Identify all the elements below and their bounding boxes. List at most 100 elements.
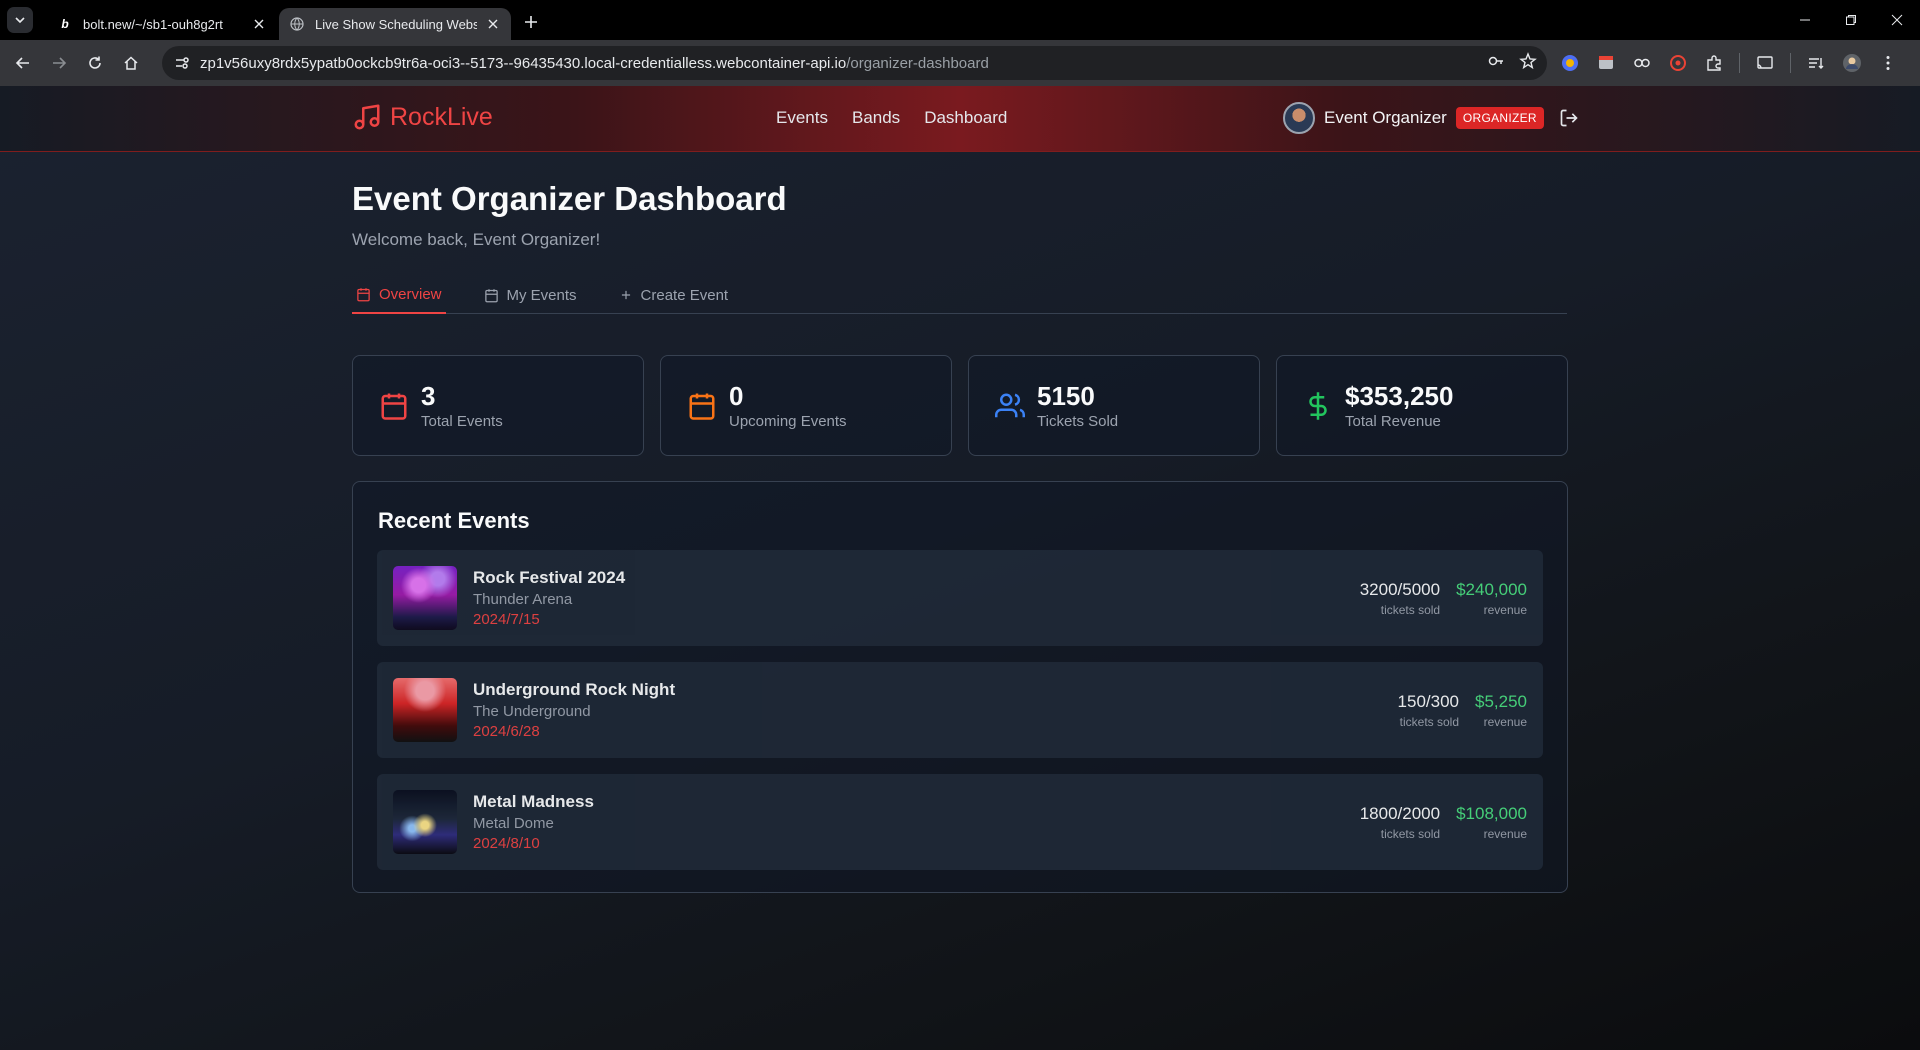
url-host: zp1v56uxy8rdx5ypatb0ockcb9tr6a-oci3--517… xyxy=(200,54,847,72)
stats-row: 3 Total Events 0 Upcoming Events 5150 Ti… xyxy=(352,355,1568,456)
stat-value: $353,250 xyxy=(1345,381,1454,411)
close-window-button[interactable] xyxy=(1874,0,1920,40)
more-menu-icon[interactable] xyxy=(1877,52,1899,74)
key-icon[interactable] xyxy=(1487,52,1505,74)
stat-card-tickets-sold: 5150 Tickets Sold xyxy=(968,355,1260,456)
browser-tabstrip: b bolt.new/~/sb1-ouh8g2rt Live Show Sche… xyxy=(0,0,1920,40)
home-button[interactable] xyxy=(114,46,148,80)
chevron-down-icon xyxy=(15,17,25,24)
page-subtitle: Welcome back, Event Organizer! xyxy=(352,230,601,249)
browser-tab-title: bolt.new/~/sb1-ouh8g2rt xyxy=(83,16,223,32)
stat-label: Total Revenue xyxy=(1345,413,1441,430)
brand-name: RockLive xyxy=(390,102,493,131)
tab-create-event[interactable]: Create Event xyxy=(615,276,733,314)
page-title: Event Organizer Dashboard xyxy=(352,180,787,217)
event-thumbnail xyxy=(393,790,457,854)
event-venue: Metal Dome xyxy=(473,815,554,832)
calendar-icon xyxy=(357,287,370,301)
tickets-value: 150/300 xyxy=(1397,691,1459,711)
revenue-metric: $5,250 revenue xyxy=(1475,692,1527,729)
arrow-left-icon xyxy=(15,57,29,69)
tickets-metric: 150/300 tickets sold xyxy=(1398,692,1459,729)
tab-my-events[interactable]: My Events xyxy=(480,276,581,314)
stat-card-total-events: 3 Total Events xyxy=(352,355,644,456)
avatar[interactable] xyxy=(1283,102,1315,134)
stat-value: 5150 xyxy=(1037,381,1095,411)
main-nav: Events Bands Dashboard xyxy=(776,108,1007,128)
globe-icon xyxy=(289,16,305,32)
nav-link-dashboard[interactable]: Dashboard xyxy=(924,108,1007,128)
new-tab-button[interactable] xyxy=(517,8,545,36)
restore-button[interactable] xyxy=(1828,0,1874,40)
plus-icon xyxy=(525,16,537,28)
page-viewport: RockLive Events Bands Dashboard Event Or… xyxy=(0,86,1920,1050)
logout-button[interactable] xyxy=(1558,107,1580,129)
dashboard-tabs: Overview My Events Create Event xyxy=(352,276,1567,314)
extension-icon[interactable] xyxy=(1631,52,1653,74)
tab-label: Overview xyxy=(379,285,442,303)
event-date: 2024/7/15 xyxy=(473,611,540,628)
reading-list-icon[interactable] xyxy=(1805,52,1827,74)
stat-value: 0 xyxy=(729,381,744,411)
browser-tab-live-show[interactable]: Live Show Scheduling Website xyxy=(279,8,511,40)
site-header: RockLive Events Bands Dashboard Event Or… xyxy=(0,86,1920,152)
reload-button[interactable] xyxy=(78,46,112,80)
revenue-label: revenue xyxy=(1483,714,1527,729)
event-venue: The Underground xyxy=(473,703,591,720)
event-name: Underground Rock Night xyxy=(473,680,676,699)
users-icon xyxy=(993,389,1027,423)
revenue-value: $5,250 xyxy=(1475,691,1527,711)
nav-link-bands[interactable]: Bands xyxy=(852,108,900,128)
extension-icon[interactable] xyxy=(1595,52,1617,74)
tickets-metric: 1800/2000 tickets sold xyxy=(1360,804,1440,841)
event-list: Rock Festival 2024 Thunder Arena 2024/7/… xyxy=(377,550,1543,886)
section-title: Recent Events xyxy=(378,508,530,533)
dollar-icon xyxy=(1301,389,1335,423)
site-info-icon[interactable] xyxy=(170,51,194,75)
list-item[interactable]: Metal Madness Metal Dome 2024/8/10 1800/… xyxy=(377,774,1543,870)
bolt-favicon-icon: b xyxy=(61,17,69,31)
browser-toolbar: zp1v56uxy8rdx5ypatb0ockcb9tr6a-oci3--517… xyxy=(0,40,1920,86)
event-name: Metal Madness xyxy=(473,792,594,811)
home-icon xyxy=(124,56,138,70)
calendar-icon xyxy=(377,389,411,423)
browser-tab-bolt[interactable]: b bolt.new/~/sb1-ouh8g2rt xyxy=(47,8,277,40)
brand-logo[interactable]: RockLive xyxy=(352,102,493,132)
tab-overview[interactable]: Overview xyxy=(352,276,446,314)
revenue-label: revenue xyxy=(1483,826,1527,841)
list-item[interactable]: Rock Festival 2024 Thunder Arena 2024/7/… xyxy=(377,550,1543,646)
forward-button[interactable] xyxy=(42,46,76,80)
close-icon[interactable] xyxy=(251,16,267,32)
logout-icon xyxy=(1560,109,1578,127)
revenue-metric: $108,000 revenue xyxy=(1456,804,1527,841)
browser-tab-title: Live Show Scheduling Website xyxy=(315,16,477,32)
stat-card-upcoming-events: 0 Upcoming Events xyxy=(660,355,952,456)
event-thumbnail xyxy=(393,678,457,742)
profile-avatar-icon[interactable] xyxy=(1841,52,1863,74)
tab-label: Create Event xyxy=(640,286,729,304)
extension-icon[interactable] xyxy=(1559,52,1581,74)
nav-link-events[interactable]: Events xyxy=(776,108,828,128)
revenue-metric: $240,000 revenue xyxy=(1456,580,1527,617)
back-button[interactable] xyxy=(6,46,40,80)
user-name: Event Organizer xyxy=(1324,108,1447,127)
recent-events-panel: Recent Events Rock Festival 2024 Thunder… xyxy=(352,481,1568,893)
stat-value: 3 xyxy=(421,381,436,411)
event-date: 2024/8/10 xyxy=(473,835,540,852)
close-icon[interactable] xyxy=(485,16,501,32)
tab-search-button[interactable] xyxy=(7,7,33,33)
event-thumbnail xyxy=(393,566,457,630)
list-item[interactable]: Underground Rock Night The Underground 2… xyxy=(377,662,1543,758)
calendar-icon xyxy=(484,288,498,302)
tickets-metric: 3200/5000 tickets sold xyxy=(1360,580,1440,617)
user-menu: Event Organizer ORGANIZER xyxy=(1283,102,1580,134)
cast-icon[interactable] xyxy=(1754,52,1776,74)
extensions-puzzle-icon[interactable] xyxy=(1703,52,1725,74)
bookmark-star-icon[interactable] xyxy=(1519,52,1537,74)
stat-card-total-revenue: $353,250 Total Revenue xyxy=(1276,355,1568,456)
revenue-label: revenue xyxy=(1483,602,1527,617)
minimize-button[interactable] xyxy=(1782,0,1828,40)
address-bar[interactable]: zp1v56uxy8rdx5ypatb0ockcb9tr6a-oci3--517… xyxy=(162,46,1547,80)
tickets-value: 3200/5000 xyxy=(1359,579,1441,599)
extension-icon[interactable] xyxy=(1667,52,1689,74)
